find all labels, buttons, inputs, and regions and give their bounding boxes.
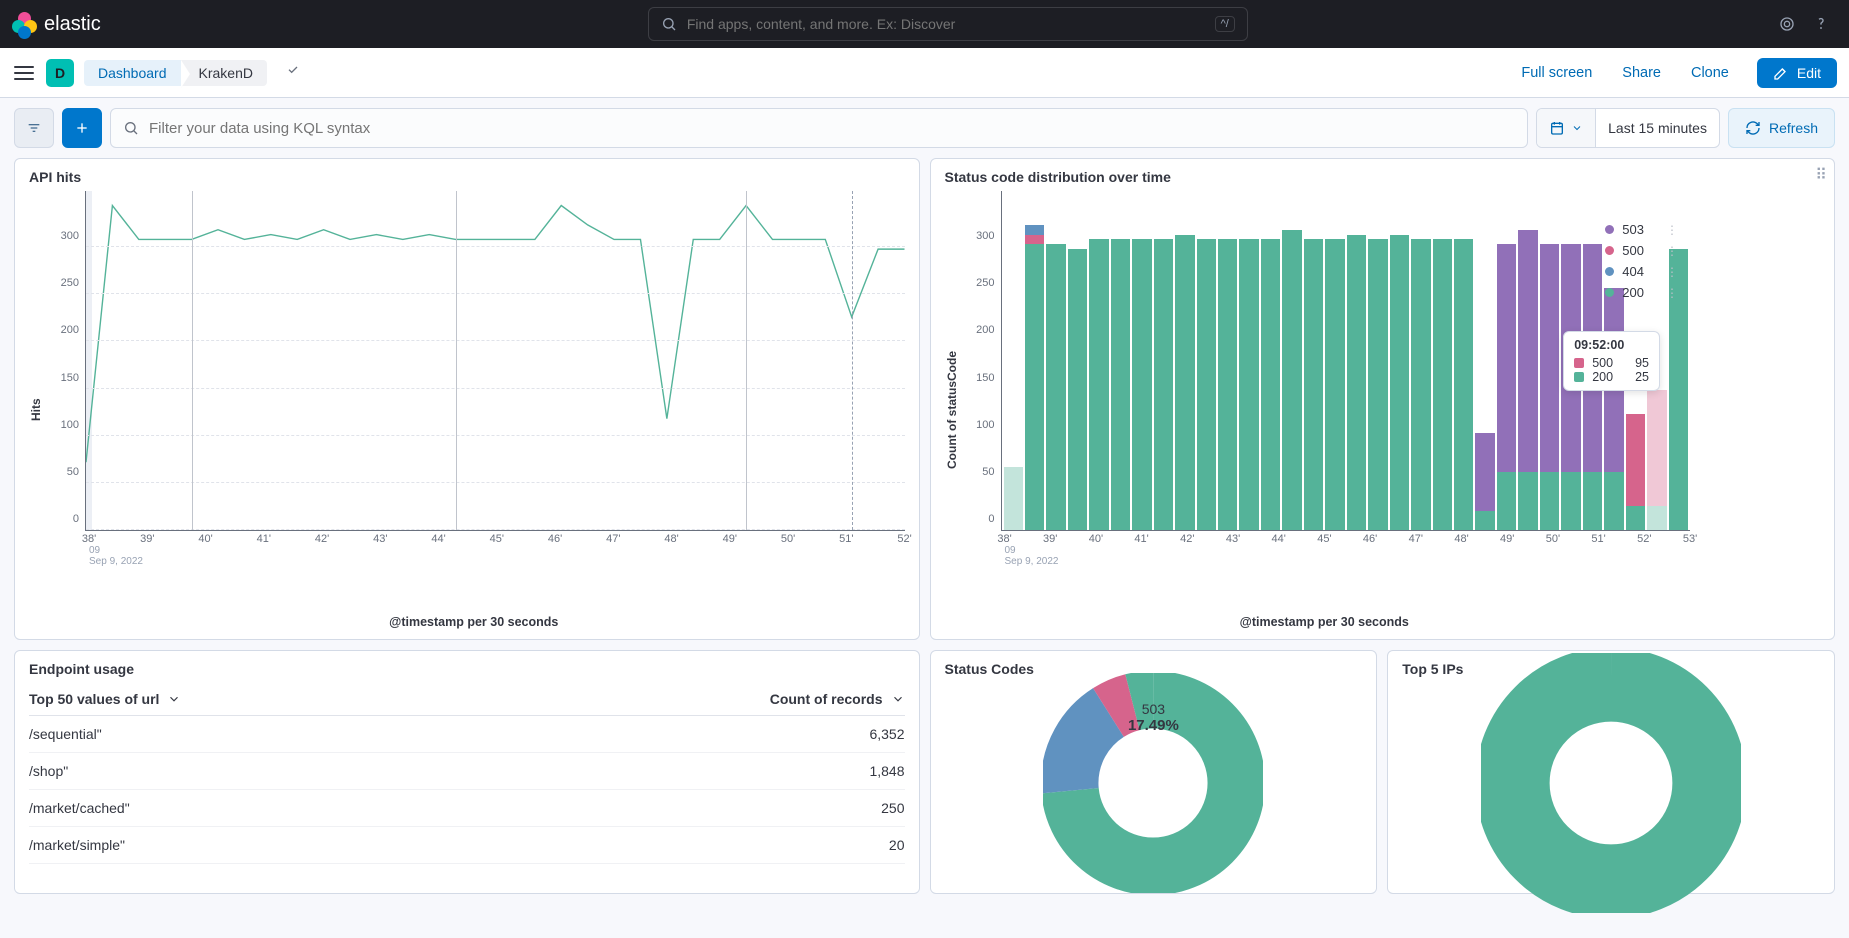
add-filter-button[interactable] [62, 108, 102, 148]
legend: 503⋮500⋮404⋮200⋮ [1605, 219, 1678, 303]
donut-callout: 503 17.49% [1128, 701, 1179, 734]
refresh-button[interactable]: Refresh [1728, 108, 1835, 148]
bar-col[interactable] [1325, 191, 1344, 530]
plus-icon [74, 120, 90, 136]
elastic-logo[interactable]: elastic [12, 12, 101, 36]
nav-toggle-icon[interactable] [12, 61, 36, 85]
clone-button[interactable]: Clone [1681, 65, 1739, 81]
panel-options-icon[interactable]: ⠿ [1815, 165, 1828, 185]
share-button[interactable]: Share [1612, 65, 1671, 81]
breadcrumb-current[interactable]: KrakenD [181, 60, 267, 86]
space-selector[interactable]: D [46, 59, 74, 87]
search-shortcut-hint: ^/ [1215, 16, 1235, 32]
y-axis-label: Count of statusCode [945, 191, 959, 629]
bar-col[interactable] [1154, 191, 1173, 530]
bar-col[interactable] [1497, 191, 1516, 530]
saved-check-icon [285, 63, 301, 82]
chart-tooltip: 09:52:005009520025 [1563, 331, 1660, 391]
logo-mark-icon [12, 12, 36, 36]
bar-col[interactable] [1411, 191, 1430, 530]
ips-donut [1481, 653, 1741, 913]
brand-text: elastic [44, 13, 101, 36]
bar-col[interactable] [1433, 191, 1452, 530]
bar-col[interactable] [1132, 191, 1151, 530]
global-search-input[interactable] [687, 16, 1205, 32]
table-row[interactable]: /market/cached"250 [29, 790, 905, 827]
refresh-icon [1745, 120, 1761, 136]
x-axis-label: @timestamp per 30 seconds [959, 615, 1691, 629]
panel-title: API hits [29, 169, 905, 185]
chevron-down-icon[interactable] [167, 692, 181, 706]
bar-col[interactable] [1261, 191, 1280, 530]
bar-col[interactable] [1454, 191, 1473, 530]
bar-col[interactable] [1282, 191, 1301, 530]
panel-top-ips: Top 5 IPs [1387, 650, 1835, 894]
calendar-icon [1549, 120, 1565, 136]
x-date-label: 09Sep 9, 2022 [89, 545, 143, 567]
filter-icon [26, 120, 42, 136]
legend-item[interactable]: 200⋮ [1605, 282, 1678, 303]
bar-col[interactable] [1089, 191, 1108, 530]
bar-col[interactable] [1475, 191, 1494, 530]
bar-col[interactable] [1111, 191, 1130, 530]
pencil-icon [1773, 65, 1789, 81]
fullscreen-button[interactable]: Full screen [1511, 65, 1602, 81]
query-bar[interactable] [110, 108, 1528, 148]
breadcrumb: Dashboard KrakenD [84, 60, 267, 86]
table-row[interactable]: /shop"1,848 [29, 753, 905, 790]
global-search[interactable]: ^/ [648, 7, 1248, 41]
panel-endpoint-usage: Endpoint usage Top 50 values of url Coun… [14, 650, 920, 894]
bar-col[interactable] [1540, 191, 1559, 530]
table-header: Top 50 values of url Count of records [29, 683, 905, 716]
bar-col[interactable] [1347, 191, 1366, 530]
refresh-label: Refresh [1769, 120, 1818, 136]
time-picker[interactable]: Last 15 minutes [1536, 108, 1720, 148]
bar-col[interactable] [1197, 191, 1216, 530]
edit-button[interactable]: Edit [1757, 58, 1837, 88]
search-icon [661, 16, 677, 32]
bar-col[interactable] [1518, 191, 1537, 530]
table-row[interactable]: /sequential"6,352 [29, 716, 905, 753]
chevron-down-icon [1571, 122, 1583, 134]
time-range-label: Last 15 minutes [1596, 109, 1719, 147]
col-url-header[interactable]: Top 50 values of url [29, 691, 159, 707]
chevron-down-icon[interactable] [891, 692, 905, 706]
bar-col[interactable] [1390, 191, 1409, 530]
filters-toggle-button[interactable] [14, 108, 54, 148]
breadcrumb-dashboard[interactable]: Dashboard [84, 60, 181, 86]
news-icon[interactable] [1779, 16, 1795, 32]
bar-col[interactable] [1025, 191, 1044, 530]
bar-col[interactable] [1175, 191, 1194, 530]
help-icon[interactable] [1813, 16, 1829, 32]
bar-col[interactable] [1304, 191, 1323, 530]
x-date-label: 09Sep 9, 2022 [1005, 545, 1059, 567]
query-input[interactable] [149, 120, 1515, 137]
table-row[interactable]: /market/simple"20 [29, 827, 905, 864]
bar-col[interactable] [1004, 191, 1023, 530]
bar-col[interactable] [1218, 191, 1237, 530]
bar-col[interactable] [1239, 191, 1258, 530]
bar-col[interactable] [1046, 191, 1065, 530]
search-icon [123, 120, 139, 136]
bar-col[interactable] [1068, 191, 1087, 530]
panel-title: Endpoint usage [29, 661, 905, 677]
panel-api-hits: API hits Hits 050100150200250300 09Sep 9… [14, 158, 920, 640]
x-axis-label: @timestamp per 30 seconds [43, 615, 905, 629]
edit-label: Edit [1797, 65, 1821, 81]
legend-item[interactable]: 500⋮ [1605, 240, 1678, 261]
y-axis-label: Hits [29, 191, 43, 629]
panel-status-codes: Status Codes 503 17.49% [930, 650, 1378, 894]
legend-item[interactable]: 503⋮ [1605, 219, 1678, 240]
legend-item[interactable]: 404⋮ [1605, 261, 1678, 282]
panel-title: Status code distribution over time [945, 169, 1821, 185]
panel-status-over-time: ⠿ Status code distribution over time Cou… [930, 158, 1836, 640]
bar-col[interactable] [1368, 191, 1387, 530]
col-count-header[interactable]: Count of records [770, 691, 883, 707]
